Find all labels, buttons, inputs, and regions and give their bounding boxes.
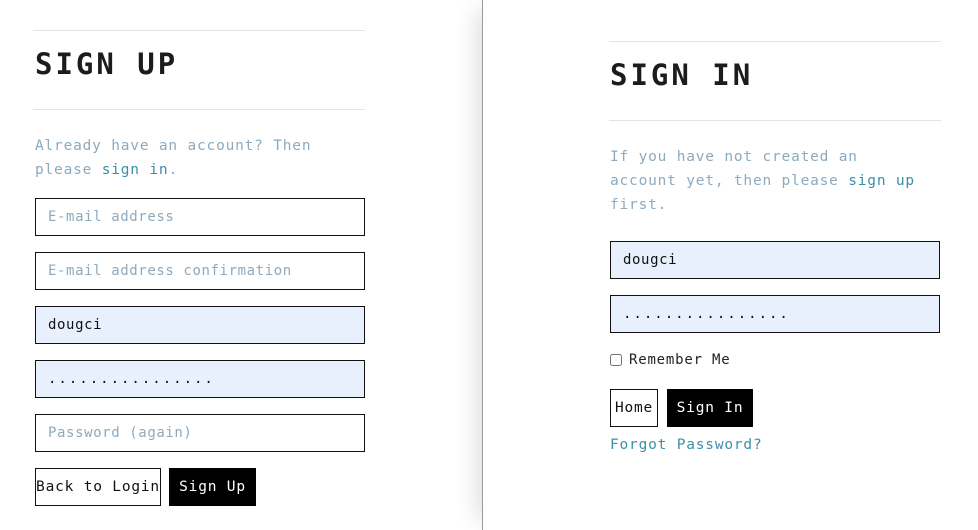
sign-up-link[interactable]: sign up	[848, 173, 915, 189]
signin-panel: SIGN IN If you have not created an accou…	[482, 0, 978, 530]
password-again-field[interactable]	[35, 414, 365, 452]
top-divider	[609, 41, 941, 42]
signin-intro-text: If you have not created an account yet, …	[610, 149, 858, 189]
home-button[interactable]: Home	[610, 389, 658, 427]
remember-me-label: Remember Me	[629, 352, 731, 368]
title-divider	[609, 120, 941, 121]
username-field[interactable]	[35, 306, 365, 344]
sign-in-link[interactable]: sign in	[102, 162, 169, 178]
title-divider	[33, 109, 365, 110]
signup-intro: Already have an account? Then please sig…	[35, 134, 365, 182]
signup-intro-end: .	[168, 162, 178, 178]
top-divider	[33, 30, 365, 31]
signin-title: SIGN IN	[610, 58, 754, 92]
forgot-password-link[interactable]: Forgot Password?	[610, 437, 762, 453]
password-field[interactable]	[610, 295, 940, 333]
signup-panel: SIGN UP Already have an account? Then pl…	[0, 0, 480, 530]
remember-me[interactable]: Remember Me	[610, 352, 731, 368]
sign-in-button[interactable]: Sign In	[667, 389, 753, 427]
remember-me-checkbox[interactable]	[610, 354, 622, 366]
signin-intro-end: first.	[610, 197, 668, 213]
back-to-login-button[interactable]: Back to Login	[35, 468, 161, 506]
signin-intro: If you have not created an account yet, …	[610, 145, 930, 217]
email-confirm-field[interactable]	[35, 252, 365, 290]
email-field[interactable]	[35, 198, 365, 236]
password-field[interactable]	[35, 360, 365, 398]
signup-title: SIGN UP	[35, 47, 179, 81]
sign-up-button[interactable]: Sign Up	[169, 468, 256, 506]
username-field[interactable]	[610, 241, 940, 279]
